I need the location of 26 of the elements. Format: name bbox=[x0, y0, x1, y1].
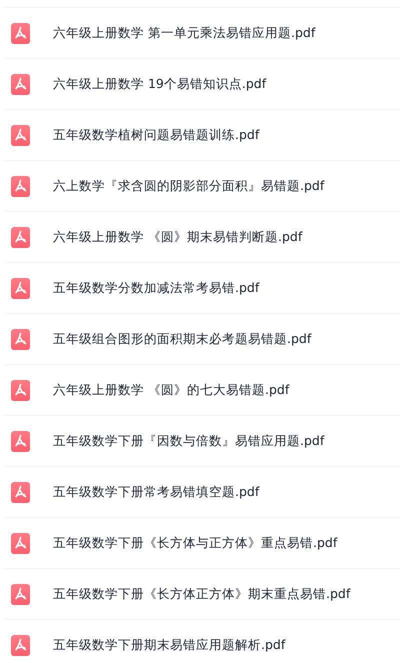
pdf-icon bbox=[11, 176, 30, 196]
file-name[interactable]: 六年级上册数学 19个易错知识点.pdf bbox=[53, 74, 266, 94]
pdf-icon bbox=[11, 278, 30, 298]
pdf-icon bbox=[11, 328, 30, 350]
file-name[interactable]: 五年级数学下册常考易错填空题.pdf bbox=[53, 482, 260, 502]
pdf-icon bbox=[11, 532, 30, 554]
pdf-icon bbox=[11, 482, 30, 502]
file-name[interactable]: 五年级数学植树问题易错题训练.pdf bbox=[53, 126, 260, 144]
file-name[interactable]: 五年级数学下册《长方体正方体》期末重点易错.pdf bbox=[53, 584, 350, 604]
file-name[interactable]: 六年级上册数学 《圆》期末易错判断题.pdf bbox=[53, 228, 302, 246]
pdf-icon bbox=[11, 584, 30, 604]
pdf-icon bbox=[11, 22, 30, 44]
pdf-icon bbox=[11, 124, 30, 146]
pdf-icon bbox=[11, 380, 30, 400]
pdf-icon bbox=[11, 74, 30, 94]
file-name[interactable]: 六年级上册数学 《圆》的七大易错题.pdf bbox=[53, 380, 290, 400]
pdf-icon bbox=[11, 226, 30, 248]
file-name[interactable]: 五年级数学下册《长方体与正方体》重点易错.pdf bbox=[53, 534, 338, 552]
file-name[interactable]: 六上数学『求含圆的阴影部分面积』易错题.pdf bbox=[53, 176, 324, 196]
file-name[interactable]: 五年级数学下册期末易错应用题解析.pdf bbox=[53, 636, 286, 654]
file-name[interactable]: 五年级数学下册『因数与倍数』易错应用题.pdf bbox=[53, 432, 324, 450]
file-name[interactable]: 六年级上册数学 第一单元乘法易错应用题.pdf bbox=[53, 24, 316, 42]
file-name[interactable]: 五年级数学分数加减法常考易错.pdf bbox=[53, 278, 260, 298]
pdf-icon bbox=[11, 634, 30, 656]
file-name[interactable]: 五年级组合图形的面积期末必考题易错题.pdf bbox=[53, 330, 312, 348]
pdf-icon bbox=[11, 430, 30, 452]
